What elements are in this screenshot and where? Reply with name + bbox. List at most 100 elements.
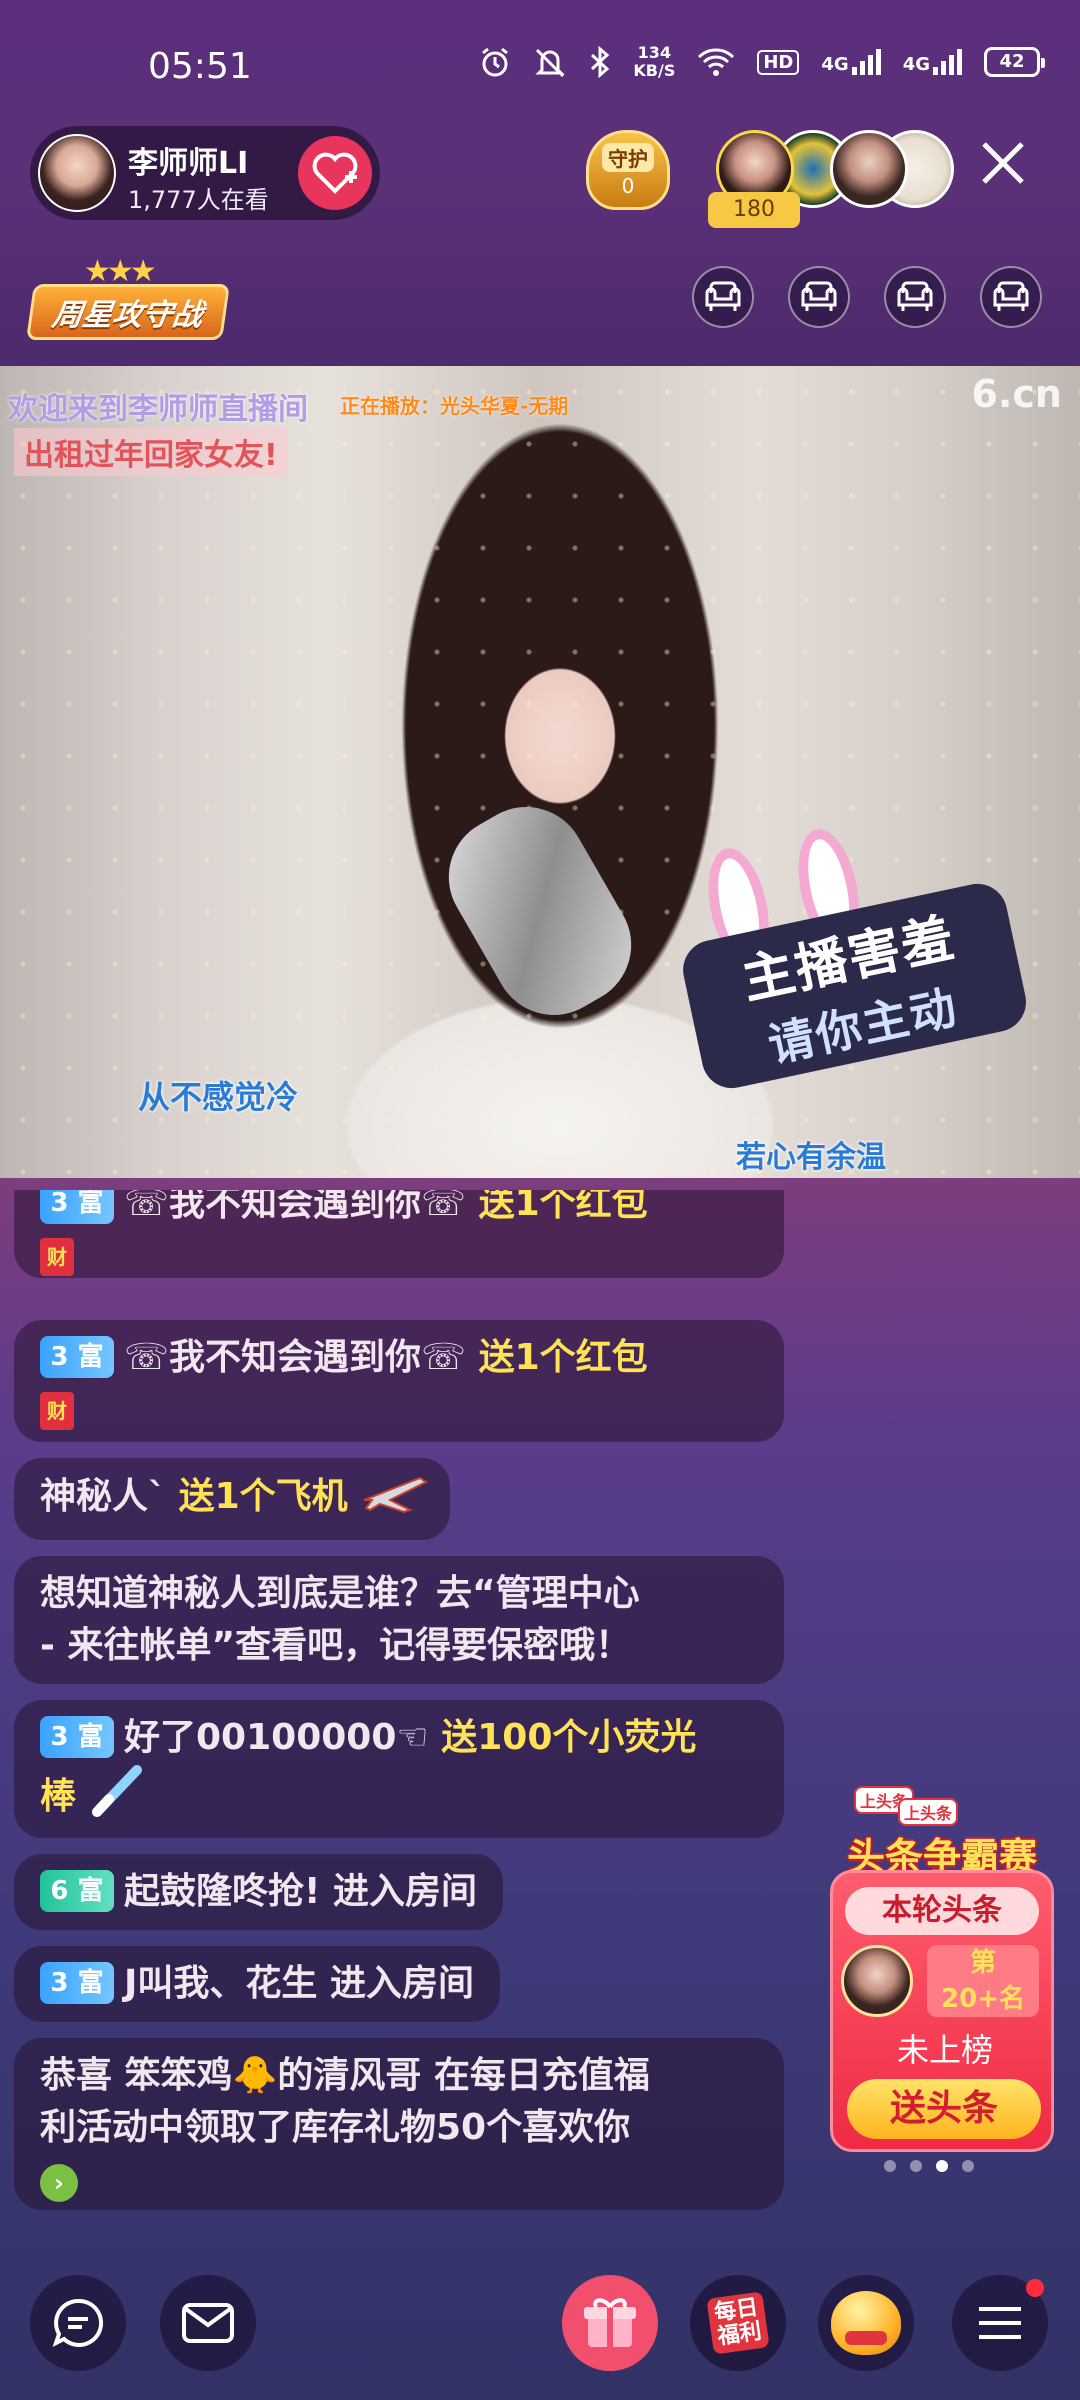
- daily-bonus-label: 每日 福利: [706, 2291, 770, 2355]
- pointing-hand-icon: ☜: [396, 1717, 429, 1758]
- lyric-caption-right: 若心有余温: [736, 1140, 886, 1175]
- send-headline-button[interactable]: 送头条: [847, 2079, 1041, 2139]
- viewer-count: 1,777人在看: [128, 186, 269, 214]
- red-envelope-icon: 财: [40, 1238, 74, 1276]
- sofa-seat[interactable]: [788, 266, 850, 328]
- carousel-dot-active: [936, 2160, 948, 2172]
- close-icon: [982, 142, 1024, 184]
- chat-username[interactable]: 好了00100000: [124, 1717, 396, 1758]
- chat-message: 想知道神秘人到底是谁？去“管理中心 - 来往帐单”查看吧，记得要保密哦！: [14, 1556, 784, 1684]
- carousel-dots: [884, 2160, 974, 2172]
- alarm-icon: [479, 46, 511, 78]
- daily-bonus-label-2: 福利: [716, 2318, 764, 2350]
- sofa-seat[interactable]: [692, 266, 754, 328]
- chat-message: 6 富起鼓隆咚抢! 进入房间: [14, 1854, 503, 1930]
- daily-bonus-button[interactable]: 每日 福利: [690, 2275, 786, 2371]
- clock: 05:51: [148, 46, 252, 87]
- weekly-star-badge[interactable]: ★★★ 周星攻守战: [26, 254, 230, 346]
- headline-avatar: [841, 1945, 913, 2017]
- sofa-seat[interactable]: [980, 266, 1042, 328]
- chevron-right-icon[interactable]: ›: [40, 2164, 78, 2202]
- wealth-level-badge: 3 富: [40, 1716, 114, 1758]
- chat-button[interactable]: [30, 2275, 126, 2371]
- carousel-dot: [962, 2160, 974, 2172]
- chat-message: 3 富 ☏我不知会遇到你☏ 送1个红包 财: [14, 1320, 784, 1442]
- network-type-label: 4G: [902, 54, 930, 75]
- chat-message: 3 富好了00100000☜ 送100个小荧光 棒: [14, 1700, 784, 1838]
- hd-voice-indicator: HD: [757, 49, 800, 75]
- wealth-level-badge: 3 富: [40, 1336, 114, 1378]
- signal-strength-1: 4G: [821, 49, 881, 75]
- heart-plus-icon: [312, 152, 358, 194]
- host-name: 李师师LI: [128, 146, 249, 181]
- chat-username[interactable]: ☏我不知会遇到你☏: [124, 1337, 466, 1378]
- airplane-icon: [363, 1476, 429, 1514]
- chat-action: 进入房间: [332, 1871, 477, 1912]
- golden-egg-icon: [831, 2291, 901, 2355]
- fan-score-badge: 180: [708, 192, 800, 228]
- red-envelope-icon: 财: [40, 1392, 74, 1430]
- message-button[interactable]: [160, 2275, 256, 2371]
- weekly-badge-label: 周星攻守战: [50, 298, 205, 333]
- status-bar: 05:51 134 KB/S HD 4G 4G 42: [0, 0, 1080, 120]
- sofa-icon: [705, 281, 741, 311]
- host-info-pill[interactable]: 李师师LI 1,777人在看: [30, 126, 380, 220]
- wealth-level-badge: 6 富: [40, 1870, 114, 1912]
- headline-contest-widget[interactable]: 上头条 上头条 头条争霸赛 本轮头条 第 20+名 未上榜 送头条: [830, 1786, 1054, 2152]
- system-notice-line-1b: 的清风哥 在每日充值福: [277, 2055, 650, 2096]
- shield-icon: 守护 0: [586, 130, 670, 210]
- system-notice-line-1: 恭喜 笨笨鸡: [40, 2055, 233, 2096]
- chat-message: 恭喜 笨笨鸡🐥的清风哥 在每日充值福 利活动中领取了库存礼物50个喜欢你 ›: [14, 2038, 784, 2210]
- follow-button[interactable]: [298, 136, 372, 210]
- sofa-icon: [993, 281, 1029, 311]
- bluetooth-icon: [589, 46, 611, 78]
- mute-icon: [533, 46, 567, 78]
- top-fans[interactable]: 180: [708, 130, 956, 230]
- menu-button[interactable]: [952, 2275, 1048, 2371]
- system-notice-line-2: 利活动中领取了库存礼物50个喜欢你: [40, 2107, 631, 2148]
- signal-strength-2: 4G: [903, 49, 962, 75]
- network-speed-value: 134: [637, 43, 672, 62]
- promo-overlay: 出租过年回家女友!: [14, 428, 288, 476]
- rank-box: 第 20+名: [927, 1945, 1039, 2017]
- chat-username[interactable]: 起鼓隆咚抢!: [124, 1871, 320, 1912]
- status-icons: 134 KB/S HD 4G 4G 42: [479, 44, 1045, 80]
- network-speed: 134 KB/S: [633, 44, 675, 80]
- menu-icon: [979, 2307, 1021, 2339]
- guard-badge[interactable]: 守护 0: [586, 130, 670, 220]
- notification-dot: [1026, 2279, 1044, 2297]
- system-notice-line-2: - 来往帐单”查看吧，记得要保密哦！: [40, 1625, 632, 1666]
- rank-label: 第: [969, 1948, 996, 1978]
- chat-bubble-icon: [52, 2298, 104, 2347]
- chat-username[interactable]: 神秘人`: [40, 1476, 166, 1517]
- lyric-caption-left: 从不感觉冷: [138, 1078, 299, 1116]
- live-video[interactable]: 主播害羞 请你主动 欢迎来到李师师直播间 正在播放：光头华夏-无期 出租过年回家…: [0, 366, 1080, 1178]
- chat-action: 进入房间: [329, 1963, 474, 2004]
- close-button[interactable]: [980, 140, 1026, 196]
- wealth-level-badge: 3 富: [40, 1962, 114, 2004]
- chat-action: 送1个飞机: [178, 1476, 348, 1517]
- carousel-dot: [884, 2160, 896, 2172]
- envelope-icon: [182, 2303, 234, 2343]
- glowstick-icon: [91, 1765, 142, 1817]
- current-headline-label: 本轮头条: [845, 1887, 1039, 1935]
- gift-button[interactable]: [562, 2275, 658, 2371]
- guard-label: 守护: [602, 142, 654, 172]
- chick-icon: 🐥: [232, 2055, 278, 2096]
- battery-indicator: 42: [984, 47, 1045, 77]
- rank-value: 20+名: [941, 1984, 1025, 2014]
- string-lights: [0, 366, 1080, 1178]
- platform-logo: 6.cn: [971, 372, 1062, 416]
- sofa-seat[interactable]: [884, 266, 946, 328]
- chat-message: 3 富 J叫我、花生 进入房间: [14, 1946, 500, 2022]
- network-type-label: 4G: [821, 54, 849, 75]
- chat-username[interactable]: J叫我、花生: [124, 1963, 317, 2004]
- host-avatar[interactable]: [38, 134, 116, 212]
- chat-feed[interactable]: 3 富 ☏我不知会遇到你☏ 送1个红包 财 3 富 ☏我不知会遇到你☏ 送1个红包 …: [14, 1190, 784, 2220]
- chat-username[interactable]: ☏我不知会遇到你☏: [124, 1190, 466, 1224]
- egg-game-button[interactable]: [818, 2275, 914, 2371]
- chat-action: 送1个红包: [478, 1337, 648, 1378]
- fan-avatar[interactable]: [830, 130, 908, 208]
- rank-status: 未上榜: [896, 2031, 993, 2069]
- chat-action: 送100个小荧光: [441, 1717, 697, 1758]
